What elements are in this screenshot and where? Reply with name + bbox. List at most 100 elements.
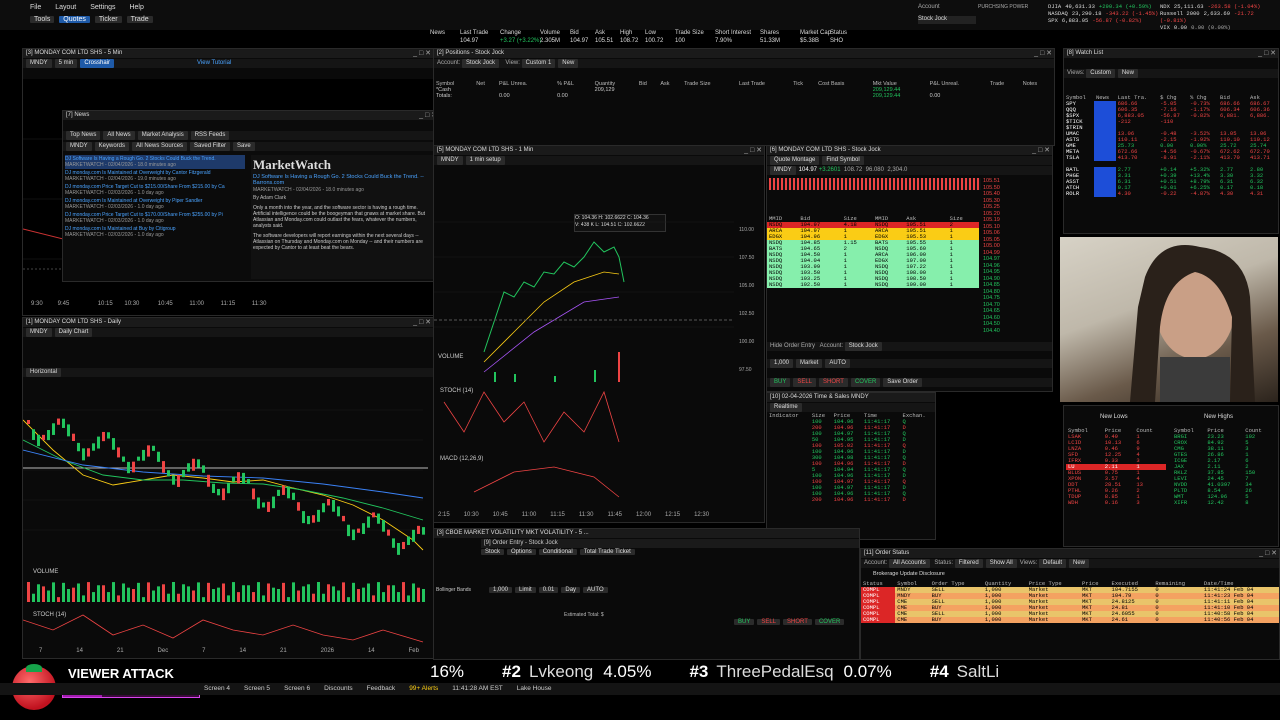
table-row[interactable]: ROLR 4.30 -0.22 -4.87% 4.30 4.31 (1064, 191, 1278, 197)
quote-account[interactable]: Stock Jock (844, 342, 882, 351)
oe-buy-button[interactable]: BUY (734, 619, 755, 625)
news-tab[interactable]: Top News (66, 131, 101, 140)
quote-sell-button[interactable]: SELL (793, 378, 817, 387)
table-row[interactable]: Totals: 0.00 0.00 209,129.44 0.00 (434, 93, 1054, 99)
daily-candle (157, 451, 160, 462)
quote-destination[interactable]: AUTO (825, 359, 850, 368)
oe-cover-button[interactable]: COVER (814, 619, 845, 625)
orders-show[interactable]: Show All (985, 559, 1017, 568)
news-source: MARKETWATCH - 02/03/2026 - 1.0 day ago (65, 190, 164, 196)
crosshair-button[interactable]: Crosshair (80, 59, 115, 68)
index-value: 49,631.33 (1065, 3, 1095, 10)
positions-account-select[interactable]: Stock Jock (462, 59, 500, 68)
oe-price-type[interactable]: Limit (515, 587, 536, 593)
ts-realtime-select[interactable]: Realtime (770, 403, 802, 412)
window-controls[interactable]: _ □ ✕ (413, 49, 431, 58)
quote-cover-button[interactable]: COVER (850, 378, 881, 387)
table-row[interactable]: NSDQ 102.50 1 NSDQ 109.00 1 (767, 282, 979, 288)
news-save-button[interactable]: Save (233, 142, 255, 151)
quote-short-button[interactable]: SHORT (819, 378, 848, 387)
horizontal-tool[interactable]: Horizontal (26, 368, 62, 377)
taskbar-item[interactable]: Screen 5 (244, 685, 270, 692)
quote-price-type[interactable]: Market (796, 359, 823, 368)
news-item[interactable]: DJ monday.com Is Maintained at Overweigh… (65, 169, 245, 183)
orders-new[interactable]: New (1069, 559, 1090, 568)
news-tab[interactable]: RSS Feeds (190, 131, 230, 140)
chart-daily-svg[interactable]: VOLUME STOCH (14) (23, 380, 433, 650)
save-order-button[interactable]: Save Order (883, 378, 922, 387)
daily-symbol[interactable]: MNDY (26, 328, 52, 337)
brokerage-disclosure[interactable]: Brokerage Update Disclosure (873, 571, 945, 577)
oe-short-button[interactable]: SHORT (783, 619, 812, 625)
find-symbol-button[interactable]: Find Symbol (822, 156, 864, 165)
chart-1min-interval[interactable]: 1 min setup (465, 156, 505, 165)
menu-settings[interactable]: Settings (90, 4, 115, 11)
positions-new-button[interactable]: New (558, 59, 579, 68)
oe-tab[interactable]: Total Trade Ticket (579, 549, 635, 555)
oe-price[interactable]: 0.01 (538, 587, 559, 593)
news-item[interactable]: DJ Software Is Having a Rough Go. 2 Stoc… (65, 155, 245, 169)
daily-interval[interactable]: Daily Chart (54, 328, 93, 337)
oe-tab[interactable]: Conditional (538, 549, 577, 555)
positions-window-controls[interactable]: _ □ ✕ (1034, 49, 1052, 58)
account-select[interactable]: Stock Jock (918, 16, 976, 24)
table-row[interactable]: 200 104.96 11:41:17 D (767, 497, 935, 503)
orders-status[interactable]: Filtered (954, 559, 983, 568)
taskbar-item[interactable]: Screen 4 (204, 685, 230, 692)
news-keywords-field[interactable]: Keywords (94, 142, 130, 151)
tutorial-link[interactable]: View Tutorial (197, 60, 231, 66)
daily-window-controls[interactable]: _ □ ✕ (413, 318, 431, 327)
tab-ticker[interactable]: Ticker (94, 16, 122, 23)
oe-tab[interactable]: Options (507, 549, 536, 555)
quote-view-select[interactable]: Quote Montage (770, 156, 820, 165)
quote-strip-header: Shares (760, 30, 780, 36)
tab-tools[interactable]: Tools (30, 16, 55, 23)
orders-view[interactable]: Default (1038, 559, 1066, 568)
news-item[interactable]: DJ monday.com Is Maintained at Buy by Ci… (65, 225, 245, 239)
symbol-input[interactable]: MNDY (26, 59, 52, 68)
menu-layout[interactable]: Layout (55, 4, 76, 11)
news-saved-filter[interactable]: Saved Filter (190, 142, 231, 151)
oe-sell-button[interactable]: SELL (757, 619, 781, 625)
quote-symbol[interactable]: MNDY (770, 166, 796, 175)
ladder-price[interactable]: 104.40 (983, 328, 1023, 335)
oe-dest[interactable]: AUTO (583, 587, 608, 593)
menu-help[interactable]: Help (129, 4, 143, 11)
chart-1min-symbol[interactable]: MNDY (437, 156, 463, 165)
table-row[interactable]: WDH 0.16 3 (1066, 500, 1166, 506)
tab-trade[interactable]: Trade (126, 16, 153, 23)
interval-select[interactable]: 5 min (54, 59, 78, 68)
taskbar-item[interactable]: Discounts (324, 685, 353, 692)
quote-qty[interactable]: 1,000 (770, 359, 794, 368)
news-item[interactable]: DJ monday.com Is Maintained at Overweigh… (65, 197, 245, 211)
chart-1min-window-controls[interactable]: _ □ ✕ (744, 146, 762, 155)
taskbar-item[interactable]: Screen 6 (284, 685, 310, 692)
table-cell: MKT (1080, 617, 1110, 623)
quote-window-controls[interactable]: _ □ ✕ (1032, 146, 1050, 155)
news-tab[interactable]: Market Analysis (137, 131, 188, 140)
menu-file[interactable]: File (30, 4, 41, 11)
tab-quotes[interactable]: Quotes (59, 16, 90, 23)
quote-buy-button[interactable]: BUY (770, 378, 791, 387)
table-row[interactable]: XIFR 12.42 8 (1172, 500, 1272, 506)
orders-window-controls[interactable]: _ □ ✕ (1259, 549, 1277, 558)
news-item[interactable]: DJ monday.com Price Target Cut to $215.0… (65, 183, 245, 197)
table-row[interactable]: COMPL CME BUY 1,000 Market MKT 24.61 0 11:40:56 … (861, 617, 1279, 623)
positions-view-select[interactable]: Custom 1 (521, 59, 556, 68)
hide-order-entry[interactable]: Hide Order Entry (770, 343, 815, 349)
chart-1min-svg[interactable]: VOLUME STOCH (14) MACD (12,26,9) (434, 202, 764, 522)
watchlist-window-controls[interactable]: _ □ ✕ (1258, 49, 1276, 58)
news-tab[interactable]: All News (103, 131, 135, 140)
watchlist-view[interactable]: Custom (1086, 69, 1115, 78)
alerts-indicator[interactable]: 99+ Alerts (409, 685, 438, 692)
oe-term[interactable]: Day (561, 587, 581, 593)
news-item[interactable]: DJ monday.com Price Target Cut to $170.0… (65, 211, 245, 225)
news-sources-select[interactable]: All News Sources (132, 142, 188, 151)
orders-account[interactable]: All Accounts (889, 559, 930, 568)
taskbar-item[interactable]: Feedback (367, 685, 396, 692)
watchlist-new[interactable]: New (1117, 69, 1138, 78)
news-symbol-field[interactable]: MNDY (66, 142, 92, 151)
oe-qty[interactable]: 1,000 (489, 587, 513, 593)
webcam-silhouette-icon (1130, 245, 1255, 402)
oe-tab[interactable]: Stock (481, 549, 505, 555)
